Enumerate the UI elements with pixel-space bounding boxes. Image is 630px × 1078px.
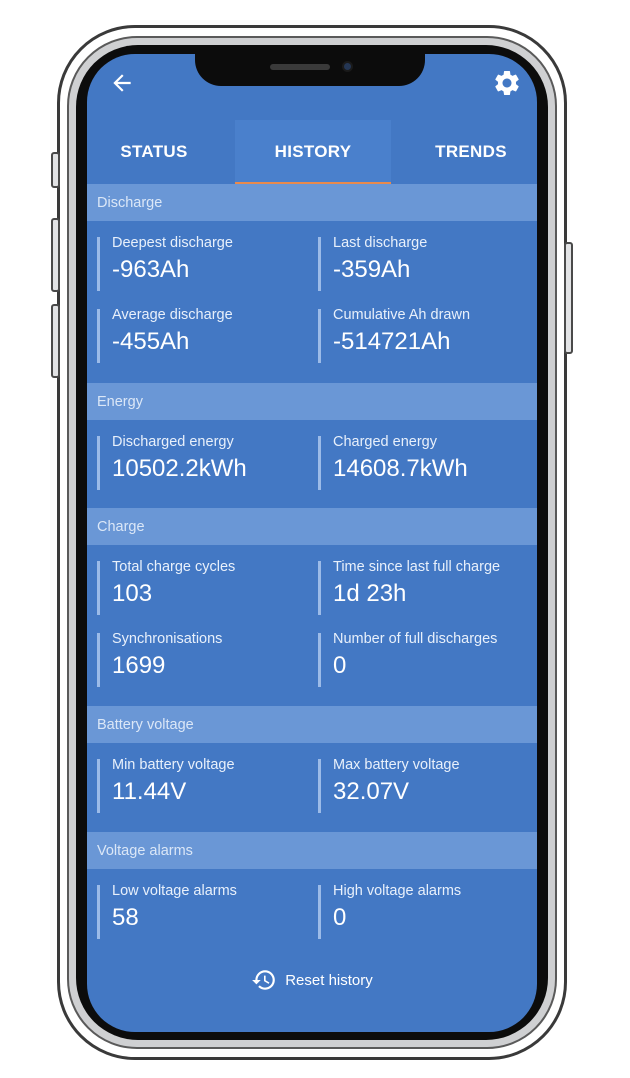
stat-label: Average discharge <box>112 307 233 323</box>
stat-value: 11.44V <box>112 778 187 805</box>
stat-value: 32.07V <box>333 778 410 805</box>
section-energy: Discharged energy 10502.2kWh Charged ene… <box>87 420 537 508</box>
stat-value: 1d 23h <box>333 580 407 607</box>
stat-bar <box>318 436 321 490</box>
stat-bar <box>318 561 321 615</box>
stat-value: -963Ah <box>112 256 190 283</box>
stat-max-battery-voltage: Max battery voltage 32.07V <box>318 757 528 813</box>
section-discharge: Deepest discharge -963Ah Last discharge … <box>87 221 537 383</box>
tab-trends[interactable]: TRENDS <box>405 120 537 184</box>
history-icon <box>252 970 276 990</box>
stat-value: -455Ah <box>112 328 190 355</box>
volume-up-button <box>51 218 60 292</box>
stat-label: Total charge cycles <box>112 559 236 575</box>
stat-charged-energy: Charged energy 14608.7kWh <box>318 434 528 490</box>
stat-label: Min battery voltage <box>112 757 235 773</box>
stat-value: 0 <box>333 904 347 931</box>
section-header-discharge: Discharge <box>87 184 537 221</box>
speaker-grille <box>270 64 330 70</box>
section-voltage-alarms: Low voltage alarms 58 High voltage alarm… <box>87 869 537 959</box>
stat-bar <box>318 885 321 939</box>
section-battery-voltage: Min battery voltage 11.44V Max battery v… <box>87 743 537 832</box>
section-header-energy: Energy <box>87 383 537 420</box>
section-header-charge: Charge <box>87 508 537 545</box>
stat-bar <box>318 633 321 687</box>
stat-bar <box>318 759 321 813</box>
stat-bar <box>97 436 100 490</box>
app-screen: STATUS HISTORY TRENDS Discharge Deepest … <box>87 54 537 1032</box>
stat-bar <box>97 309 100 363</box>
stat-bar <box>97 633 100 687</box>
stat-cumulative-ah-drawn: Cumulative Ah drawn -514721Ah <box>318 307 528 363</box>
stat-min-battery-voltage: Min battery voltage 11.44V <box>97 757 307 813</box>
section-header-battery-voltage: Battery voltage <box>87 706 537 743</box>
stat-label: Synchronisations <box>112 631 223 647</box>
stat-low-voltage-alarms: Low voltage alarms 58 <box>97 883 307 939</box>
stat-label: Last discharge <box>333 235 428 251</box>
stat-value: 14608.7kWh <box>333 455 468 482</box>
stat-label: Time since last full charge <box>333 559 501 575</box>
stat-last-discharge: Last discharge -359Ah <box>318 235 528 291</box>
stat-label: Low voltage alarms <box>112 883 237 899</box>
stat-deepest-discharge: Deepest discharge -963Ah <box>97 235 307 291</box>
reset-history-label: Reset history <box>285 971 373 989</box>
volume-down-button <box>51 304 60 378</box>
stat-total-charge-cycles: Total charge cycles 103 <box>97 559 307 615</box>
stat-bar <box>318 237 321 291</box>
gear-icon[interactable] <box>492 68 522 98</box>
stat-label: Discharged energy <box>112 434 234 450</box>
history-content: Discharge Deepest discharge -963Ah Last … <box>87 184 537 959</box>
stat-number-of-full-discharges: Number of full discharges 0 <box>318 631 528 687</box>
stat-label: Deepest discharge <box>112 235 233 251</box>
tab-history[interactable]: HISTORY <box>235 120 391 184</box>
front-camera <box>342 61 353 72</box>
stat-average-discharge: Average discharge -455Ah <box>97 307 307 363</box>
stat-label: Cumulative Ah drawn <box>333 307 471 323</box>
stat-value: 103 <box>112 580 153 607</box>
stat-value: 58 <box>112 904 139 931</box>
stat-bar <box>97 885 100 939</box>
stat-value: -359Ah <box>333 256 411 283</box>
stat-high-voltage-alarms: High voltage alarms 0 <box>318 883 528 939</box>
arrow-left-icon[interactable] <box>109 70 135 96</box>
reset-history-button[interactable]: Reset history <box>87 964 537 996</box>
stat-discharged-energy: Discharged energy 10502.2kWh <box>97 434 307 490</box>
stat-label: Charged energy <box>333 434 437 450</box>
stat-bar <box>318 309 321 363</box>
stat-synchronisations: Synchronisations 1699 <box>97 631 307 687</box>
power-button <box>564 242 573 354</box>
section-charge: Total charge cycles 103 Time since last … <box>87 545 537 706</box>
notch <box>195 54 425 86</box>
stat-label: High voltage alarms <box>333 883 462 899</box>
stat-bar <box>97 561 100 615</box>
stat-value: 1699 <box>112 652 166 679</box>
stat-value: 0 <box>333 652 347 679</box>
stat-label: Max battery voltage <box>333 757 460 773</box>
stat-value: -514721Ah <box>333 328 451 355</box>
tab-bar: STATUS HISTORY TRENDS <box>87 120 537 185</box>
tab-status[interactable]: STATUS <box>87 120 221 184</box>
stat-value: 10502.2kWh <box>112 455 247 482</box>
stat-label: Number of full discharges <box>333 631 498 647</box>
section-header-voltage-alarms: Voltage alarms <box>87 832 537 869</box>
stat-time-since-last-full-charge: Time since last full charge 1d 23h <box>318 559 528 615</box>
stat-bar <box>97 237 100 291</box>
stat-bar <box>97 759 100 813</box>
mute-switch <box>51 152 60 188</box>
